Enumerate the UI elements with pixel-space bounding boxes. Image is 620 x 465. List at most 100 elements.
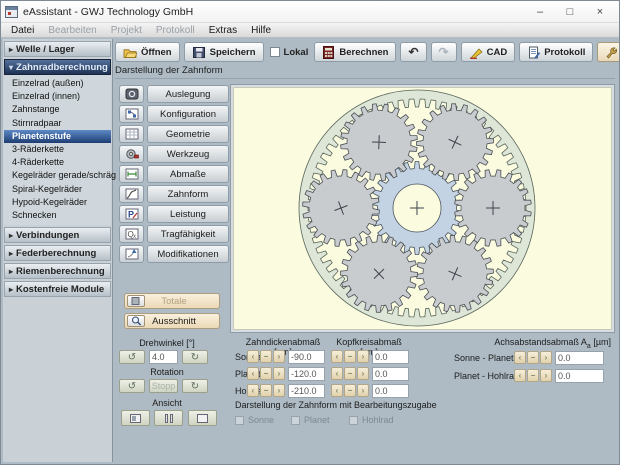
sidebar-item-hypoid-kegelraeder[interactable]: Hypoid-Kegelräder	[4, 196, 111, 209]
step-right-icon[interactable]: ›	[273, 384, 285, 397]
rotate-left-button[interactable]: ↺	[119, 350, 145, 364]
view-split-button[interactable]	[154, 410, 183, 426]
open-button[interactable]: Öffnen	[115, 42, 180, 62]
cad-button[interactable]: CAD	[460, 42, 516, 62]
menu-extras[interactable]: Extras	[202, 25, 244, 36]
rotation-left-button[interactable]: ↺	[119, 379, 145, 393]
view-full-button[interactable]	[121, 410, 150, 426]
protokoll-button[interactable]: Protokoll	[519, 42, 594, 62]
lokal-checkbox[interactable]	[269, 47, 280, 57]
step-minus-icon[interactable]: −	[344, 367, 356, 380]
sidebar-section-federberechnung[interactable]: ▸ Federberechnung	[4, 245, 111, 262]
sidebar-item-einzelrad-innen[interactable]: Einzelrad (innen)	[4, 90, 111, 103]
step-minus-icon[interactable]: −	[344, 384, 356, 397]
tragfaehigkeit-icon[interactable]: Qx	[119, 225, 144, 243]
sidebar-item-kegelraeder[interactable]: Kegelräder gerade/schräg	[4, 169, 116, 182]
werkzeug-icon[interactable]	[119, 145, 144, 163]
step-minus-icon[interactable]: −	[527, 351, 539, 364]
step-right-icon[interactable]: ›	[357, 384, 369, 397]
konfiguration-button[interactable]: Konfiguration	[147, 105, 229, 123]
close-button[interactable]: ×	[585, 2, 615, 22]
abmasse-button[interactable]: Abmaße	[147, 165, 229, 183]
step-left-icon[interactable]: ‹	[247, 384, 259, 397]
sidebar-section-verbindungen[interactable]: ▸ Verbindungen	[4, 227, 111, 244]
step-right-icon[interactable]: ›	[357, 350, 369, 363]
calculate-button[interactable]: Berechnen	[314, 42, 397, 62]
leistung-icon[interactable]: P	[119, 205, 144, 223]
zahndicken-hohlrad-stepper[interactable]: ‹ − ›	[247, 384, 285, 397]
step-right-icon[interactable]: ›	[540, 369, 552, 382]
tragfaehigkeit-button[interactable]: Tragfähigkeit	[147, 225, 229, 243]
kopfkreis-hohlrad-input[interactable]	[372, 384, 409, 398]
sidebar-item-schnecken[interactable]: Schnecken	[4, 209, 111, 222]
sidebar-section-kostenfreie-module[interactable]: ▸ Kostenfreie Module	[4, 281, 111, 298]
step-right-icon[interactable]: ›	[273, 367, 285, 380]
achsabstand-planet-hohlrad-stepper[interactable]: ‹ − ›	[514, 369, 552, 382]
sidebar-item-stirnradpaar[interactable]: Stirnradpaar	[4, 117, 111, 130]
step-right-icon[interactable]: ›	[357, 367, 369, 380]
step-left-icon[interactable]: ‹	[514, 351, 526, 364]
zahndicken-planet-input[interactable]	[288, 367, 325, 381]
step-minus-icon[interactable]: −	[260, 367, 272, 380]
konfiguration-icon[interactable]	[119, 105, 144, 123]
sidebar-section-welle-lager[interactable]: ▸ Welle / Lager	[4, 41, 111, 57]
save-button[interactable]: Speichern	[183, 42, 264, 62]
wrench-icon	[606, 46, 618, 59]
auslegung-button[interactable]: Auslegung	[147, 85, 229, 103]
step-left-icon[interactable]: ‹	[331, 367, 343, 380]
sidebar-item-3-raederkette[interactable]: 3-Räderkette	[4, 143, 111, 156]
minimize-button[interactable]: –	[525, 2, 555, 22]
achsabstand-planet-hohlrad-input[interactable]	[555, 369, 604, 383]
step-minus-icon[interactable]: −	[260, 384, 272, 397]
step-left-icon[interactable]: ‹	[331, 384, 343, 397]
maximize-button[interactable]: □	[555, 2, 585, 22]
geometrie-button[interactable]: Geometrie	[147, 125, 229, 143]
step-left-icon[interactable]: ‹	[514, 369, 526, 382]
kopfkreis-sonne-input[interactable]	[372, 350, 409, 364]
step-minus-icon[interactable]: −	[527, 369, 539, 382]
menu-datei[interactable]: Datei	[4, 25, 41, 36]
step-right-icon[interactable]: ›	[540, 351, 552, 364]
step-minus-icon[interactable]: −	[260, 350, 272, 363]
sidebar-item-4-raederkette[interactable]: 4-Räderkette	[4, 156, 111, 169]
achsabstand-sonne-planet-stepper[interactable]: ‹ − ›	[514, 351, 552, 364]
undo-button[interactable]: ↶	[400, 42, 427, 62]
rotation-right-button[interactable]: ↻	[182, 379, 208, 393]
step-left-icon[interactable]: ‹	[247, 350, 259, 363]
zahndicken-sonne-input[interactable]	[288, 350, 325, 364]
kopfkreis-planet-input[interactable]	[372, 367, 409, 381]
sidebar-section-riemenberechnung[interactable]: ▸ Riemenberechnung	[4, 263, 111, 280]
drehwinkel-input[interactable]	[149, 350, 178, 364]
modifikationen-icon[interactable]	[119, 245, 144, 263]
zahndicken-hohlrad-input[interactable]	[288, 384, 325, 398]
zahndicken-sonne-stepper[interactable]: ‹ − ›	[247, 350, 285, 363]
ausschnitt-button[interactable]: Ausschnitt	[124, 313, 220, 329]
sidebar-item-planetenstufe[interactable]: Planetenstufe	[4, 129, 111, 143]
zahnform-icon[interactable]	[119, 185, 144, 203]
menu-hilfe[interactable]: Hilfe	[244, 25, 278, 36]
achsabstand-sonne-planet-input[interactable]	[555, 351, 604, 365]
geometrie-icon[interactable]	[119, 125, 144, 143]
sidebar-item-einzelrad-aussen[interactable]: Einzelrad (außen)	[4, 77, 111, 90]
kopfkreis-planet-stepper[interactable]: ‹ − ›	[331, 367, 369, 380]
step-left-icon[interactable]: ‹	[331, 350, 343, 363]
sidebar-section-zahnradberechnung[interactable]: ▾ Zahnradberechnung	[4, 59, 111, 75]
modifikationen-button[interactable]: Modifikationen	[147, 245, 229, 263]
step-right-icon[interactable]: ›	[273, 350, 285, 363]
redo-button[interactable]: ↷	[430, 42, 457, 62]
werkzeug-button[interactable]: Werkzeug	[147, 145, 229, 163]
kopfkreis-sonne-stepper[interactable]: ‹ − ›	[331, 350, 369, 363]
step-minus-icon[interactable]: −	[344, 350, 356, 363]
sidebar-item-zahnstange[interactable]: Zahnstange	[4, 103, 111, 116]
rotate-right-button[interactable]: ↻	[182, 350, 208, 364]
leistung-button[interactable]: Leistung	[147, 205, 229, 223]
kopfkreis-hohlrad-stepper[interactable]: ‹ − ›	[331, 384, 369, 397]
settings-button[interactable]: Einstellungen	[597, 42, 619, 62]
zahnform-button[interactable]: Zahnform	[147, 185, 229, 203]
auslegung-icon[interactable]	[119, 85, 144, 103]
step-left-icon[interactable]: ‹	[247, 367, 259, 380]
abmasse-icon[interactable]	[119, 165, 144, 183]
zahndicken-planet-stepper[interactable]: ‹ − ›	[247, 367, 285, 380]
sidebar-item-spiral-kegelraeder[interactable]: Spiral-Kegelräder	[4, 183, 111, 196]
view-single-button[interactable]	[188, 410, 217, 426]
